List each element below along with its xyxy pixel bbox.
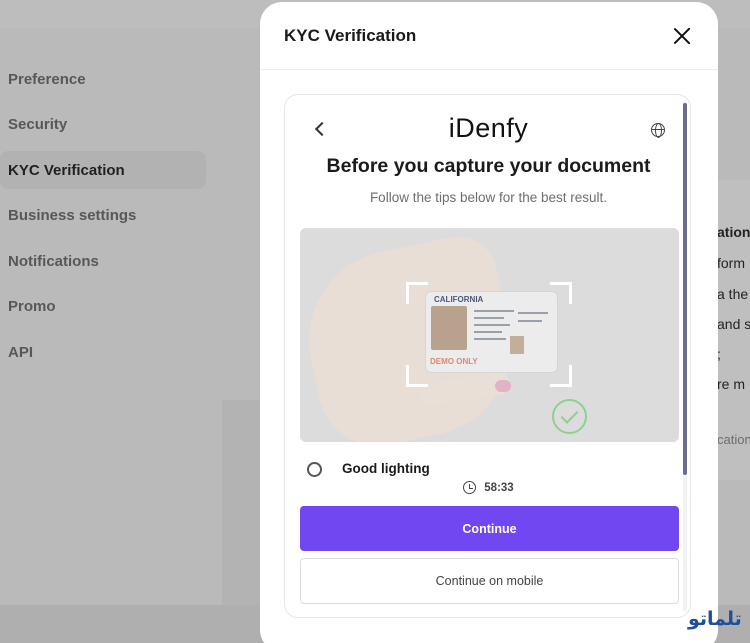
id-card-line [518, 312, 548, 314]
document-preview-image: CALIFORNIA DEMO ONLY [300, 228, 679, 442]
id-card-line [474, 317, 504, 319]
id-card-photo-small [510, 336, 524, 354]
id-card-state: CALIFORNIA [434, 295, 484, 304]
capture-heading: Before you capture your document [326, 155, 651, 177]
id-card-line [474, 324, 510, 326]
scan-corner [550, 282, 572, 304]
session-timer: 58:33 [285, 481, 690, 497]
continue-button[interactable]: Continue [300, 506, 679, 551]
idenfy-frame: iDenfy Before you capture your document … [284, 94, 691, 618]
id-card-photo [431, 306, 467, 350]
modal-header: KYC Verification [260, 2, 718, 70]
check-circle-icon [552, 399, 587, 434]
id-card-demo-label: DEMO ONLY [430, 357, 478, 366]
tip-label: Good lighting [342, 461, 430, 476]
id-card-illustration: CALIFORNIA DEMO ONLY [425, 291, 558, 373]
close-icon[interactable] [672, 26, 692, 46]
globe-icon[interactable] [651, 123, 665, 138]
id-card-line [474, 338, 506, 340]
frame-nav: iDenfy [285, 111, 685, 147]
timer-value: 58:33 [484, 481, 514, 494]
scan-corner [406, 365, 428, 387]
id-card-line [518, 320, 542, 322]
watermark: تلماتو [688, 608, 742, 630]
fingernail [495, 380, 511, 392]
capture-subheading: Follow the tips below for the best resul… [369, 190, 608, 205]
radio-icon [307, 462, 322, 477]
id-card-line [474, 310, 514, 312]
tip-list-item: Good lighting [307, 461, 667, 479]
kyc-modal: KYC Verification iDenfy Before you captu… [260, 2, 718, 643]
clock-icon [463, 481, 477, 494]
continue-on-mobile-button[interactable]: Continue on mobile [300, 558, 679, 604]
scan-corner [550, 365, 572, 387]
idenfy-logo: iDenfy [448, 113, 529, 143]
scan-corner [406, 282, 428, 304]
id-card-line [474, 331, 502, 333]
modal-title: KYC Verification [284, 25, 417, 45]
